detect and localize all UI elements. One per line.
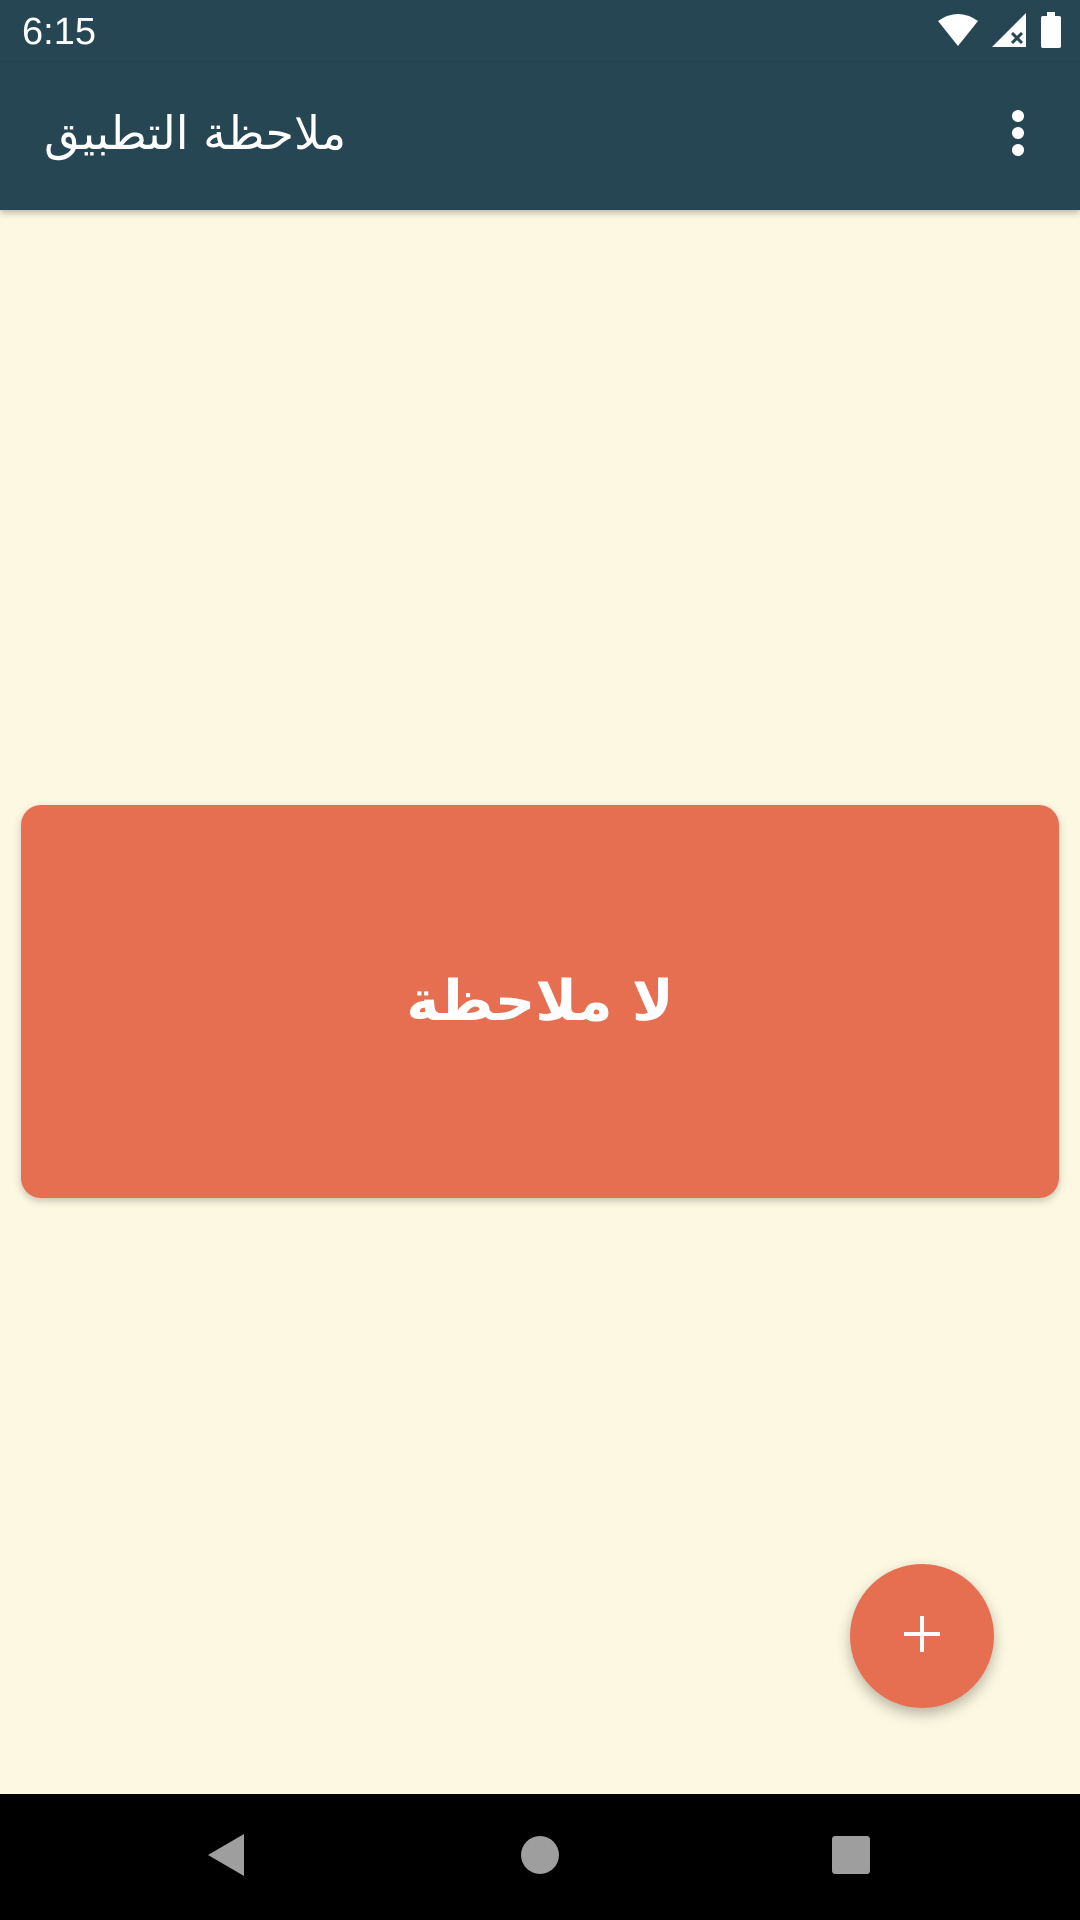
more-vert-icon xyxy=(1010,109,1026,161)
empty-notes-card: لا ملاحظة xyxy=(21,805,1059,1198)
navigation-bar xyxy=(0,1794,1080,1920)
screen: 6:15 ملاحظة التطبيق لا ملاحظة xyxy=(0,0,1080,1920)
wifi-icon xyxy=(938,13,978,51)
nav-back-button[interactable] xyxy=(186,1817,266,1897)
back-icon xyxy=(206,1832,246,1882)
app-title: ملاحظة التطبيق xyxy=(44,106,347,160)
status-bar: 6:15 xyxy=(0,0,1080,63)
status-icons xyxy=(938,12,1062,52)
nav-recents-button[interactable] xyxy=(811,1817,891,1897)
plus-icon xyxy=(902,1614,942,1658)
overflow-menu-button[interactable] xyxy=(976,93,1060,177)
recents-icon xyxy=(831,1835,871,1879)
home-icon xyxy=(520,1835,560,1879)
nav-home-button[interactable] xyxy=(500,1817,580,1897)
status-time: 6:15 xyxy=(22,11,96,53)
empty-notes-message: لا ملاحظة xyxy=(406,969,674,1034)
signal-icon xyxy=(992,13,1026,51)
battery-icon xyxy=(1040,12,1062,52)
app-bar: ملاحظة التطبيق xyxy=(0,63,1080,210)
add-note-button[interactable] xyxy=(850,1564,994,1708)
